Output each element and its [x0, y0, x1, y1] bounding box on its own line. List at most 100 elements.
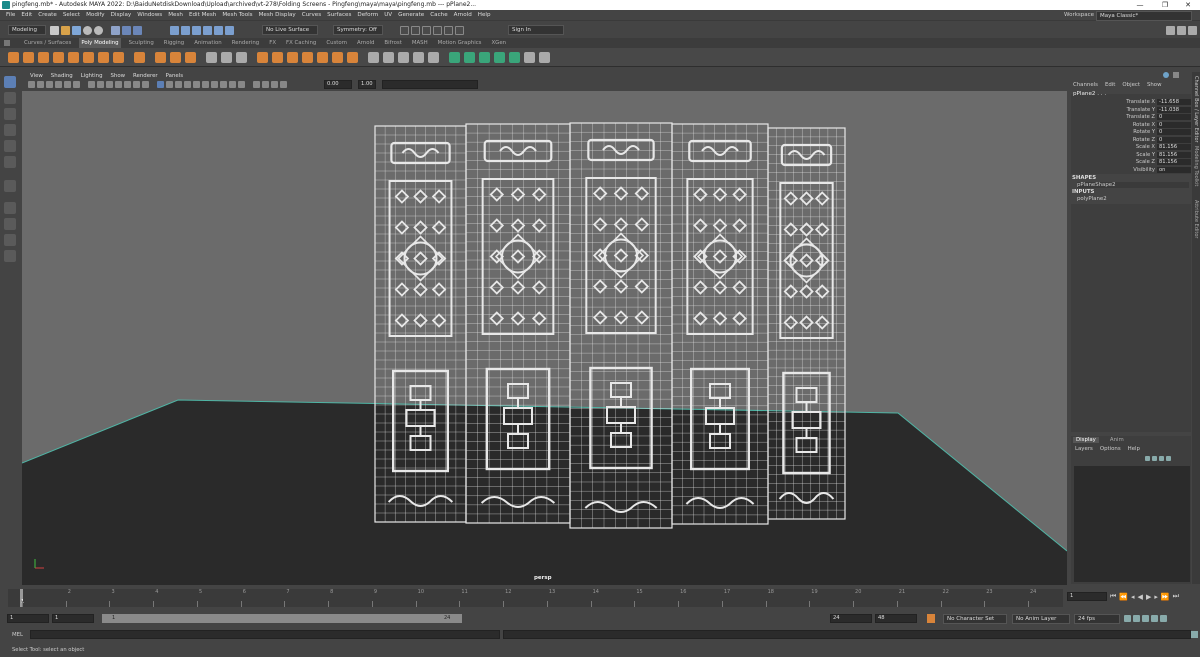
tab-fx[interactable]: FX — [267, 38, 278, 48]
separate-icon[interactable] — [221, 51, 232, 63]
move-layer-down-icon[interactable] — [1152, 456, 1157, 461]
menu-display[interactable]: Display — [111, 12, 132, 18]
motion-blur-icon[interactable] — [220, 81, 227, 88]
preferences-icon[interactable] — [1160, 615, 1167, 622]
channel-translate-z[interactable]: Translate Z0 — [1071, 114, 1191, 122]
layer-menu-layers[interactable]: Layers — [1075, 446, 1093, 452]
fps-dropdown[interactable]: 24 fps — [1074, 614, 1120, 624]
channel-rotate-x[interactable]: Rotate X0 — [1071, 121, 1191, 130]
snap-live-icon[interactable] — [225, 26, 234, 35]
uv-editor-icon[interactable] — [449, 51, 460, 63]
select-component-icon[interactable] — [133, 26, 142, 35]
menu-help[interactable]: Help — [478, 12, 491, 18]
auto-key-icon[interactable] — [927, 614, 935, 623]
minimize-button[interactable]: — — [1128, 0, 1152, 10]
playback-end-field[interactable]: 24 — [830, 614, 872, 623]
command-input[interactable] — [30, 630, 500, 639]
near-clip-field[interactable]: 0.00 — [324, 80, 352, 89]
far-clip-field[interactable]: 1.00 — [358, 80, 376, 89]
arnold-render-icon[interactable] — [444, 26, 453, 35]
go-to-start-icon[interactable]: ⏮ — [1110, 592, 1116, 601]
channelbox-menu-object[interactable]: Object — [1122, 82, 1140, 88]
isolate-select-icon[interactable] — [253, 81, 260, 88]
paint-select-icon[interactable] — [4, 108, 16, 120]
xray-joints-icon[interactable] — [271, 81, 278, 88]
last-tool-icon[interactable] — [4, 180, 16, 192]
play-forwards-icon[interactable]: ▶ — [1146, 593, 1151, 601]
bookmark-icon[interactable] — [46, 81, 53, 88]
color-space-dropdown[interactable] — [382, 80, 478, 89]
rotate-tool-icon[interactable] — [4, 140, 16, 152]
multi-cut-icon[interactable] — [368, 51, 379, 63]
tab-animation[interactable]: Animation — [192, 38, 223, 48]
channel-value[interactable]: 81.156 — [1157, 144, 1191, 150]
wireframe-icon[interactable] — [157, 81, 164, 88]
anim-layer-dropdown[interactable]: No Anim Layer — [1012, 614, 1070, 624]
shelf-options-icon[interactable] — [4, 40, 10, 46]
tab-custom[interactable]: Custom — [324, 38, 349, 48]
extrude-icon[interactable] — [287, 51, 298, 63]
checker-icon[interactable] — [524, 51, 535, 63]
field-chart-icon[interactable] — [124, 81, 131, 88]
single-view-icon[interactable] — [4, 202, 16, 214]
channel-value[interactable]: 81.156 — [1157, 151, 1191, 158]
menu-edit-mesh[interactable]: Edit Mesh — [189, 12, 216, 18]
select-object-icon[interactable] — [122, 26, 131, 35]
tab-mash[interactable]: MASH — [410, 38, 430, 48]
channel-visibility[interactable]: Visibility on — [1071, 166, 1191, 175]
combine-icon[interactable] — [206, 51, 217, 63]
menu-surfaces[interactable]: Surfaces — [327, 12, 351, 18]
modeling-toolkit-icon[interactable] — [1166, 26, 1175, 35]
cache-icon[interactable] — [1142, 615, 1149, 622]
outliner-layout-icon[interactable] — [4, 234, 16, 246]
menu-mesh-tools[interactable]: Mesh Tools — [222, 12, 252, 18]
shadows-icon[interactable] — [202, 81, 209, 88]
channel-rotate-z[interactable]: Rotate Z0 — [1071, 136, 1191, 145]
close-button[interactable]: ✕ — [1176, 0, 1200, 10]
poly-disc-icon[interactable] — [98, 51, 109, 63]
textured-icon[interactable] — [184, 81, 191, 88]
new-layer-selected-icon[interactable] — [1166, 456, 1171, 461]
viewport-persp[interactable]: persp M — [22, 91, 1067, 585]
planar-map-icon[interactable] — [464, 51, 475, 63]
poly-plane-icon[interactable] — [83, 51, 94, 63]
range-slider-handle[interactable] — [102, 614, 462, 623]
snap-surface-icon[interactable] — [214, 26, 223, 35]
menu-cache[interactable]: Cache — [430, 12, 447, 18]
xray-icon[interactable] — [262, 81, 269, 88]
four-view-icon[interactable] — [4, 218, 16, 230]
menu-file[interactable]: File — [6, 12, 15, 18]
attribute-editor-icon[interactable] — [1177, 26, 1186, 35]
workspace-dropdown[interactable]: Maya Classic* — [1096, 11, 1192, 21]
platonic-solid-icon[interactable] — [113, 51, 124, 63]
scale-tool-icon[interactable] — [4, 156, 16, 168]
sew-uv-icon[interactable] — [539, 51, 550, 63]
target-weld-icon[interactable] — [383, 51, 394, 63]
side-tab-modeling-toolkit[interactable]: Modeling Toolkit — [1193, 146, 1199, 186]
tab-poly-modeling[interactable]: Poly Modeling — [79, 38, 121, 48]
render-view-icon[interactable] — [455, 26, 464, 35]
redo-icon[interactable] — [94, 26, 103, 35]
insert-edge-loop-icon[interactable] — [413, 51, 424, 63]
character-set-dropdown[interactable]: No Character Set — [943, 614, 1007, 624]
menu-arnold[interactable]: Arnold — [454, 12, 472, 18]
start-time-field[interactable]: 1 — [7, 614, 49, 623]
tab-rigging[interactable]: Rigging — [162, 38, 186, 48]
go-to-end-icon[interactable]: ⏭ — [1173, 592, 1179, 601]
snap-view-icon[interactable] — [203, 26, 212, 35]
hypershade-icon[interactable] — [433, 26, 442, 35]
viewport-menu-view[interactable]: View — [30, 73, 43, 79]
step-forward-key-icon[interactable]: ⏩ — [1161, 593, 1170, 601]
lasso-tool-icon[interactable] — [4, 92, 16, 104]
camera-attributes-icon[interactable] — [37, 81, 44, 88]
depth-of-field-icon[interactable] — [238, 81, 245, 88]
camera-select-icon[interactable] — [28, 81, 35, 88]
poly-torus-icon[interactable] — [68, 51, 79, 63]
backface-culling-icon[interactable] — [280, 81, 287, 88]
channelbox-layer-toggle-icon[interactable] — [1173, 72, 1179, 78]
gate-mask-icon[interactable] — [115, 81, 122, 88]
bridge-icon[interactable] — [302, 51, 313, 63]
tab-motion-graphics[interactable]: Motion Graphics — [436, 38, 484, 48]
move-layer-up-icon[interactable] — [1145, 456, 1150, 461]
side-tab-channel-box[interactable]: Channel Box / Layer Editor — [1193, 76, 1199, 143]
